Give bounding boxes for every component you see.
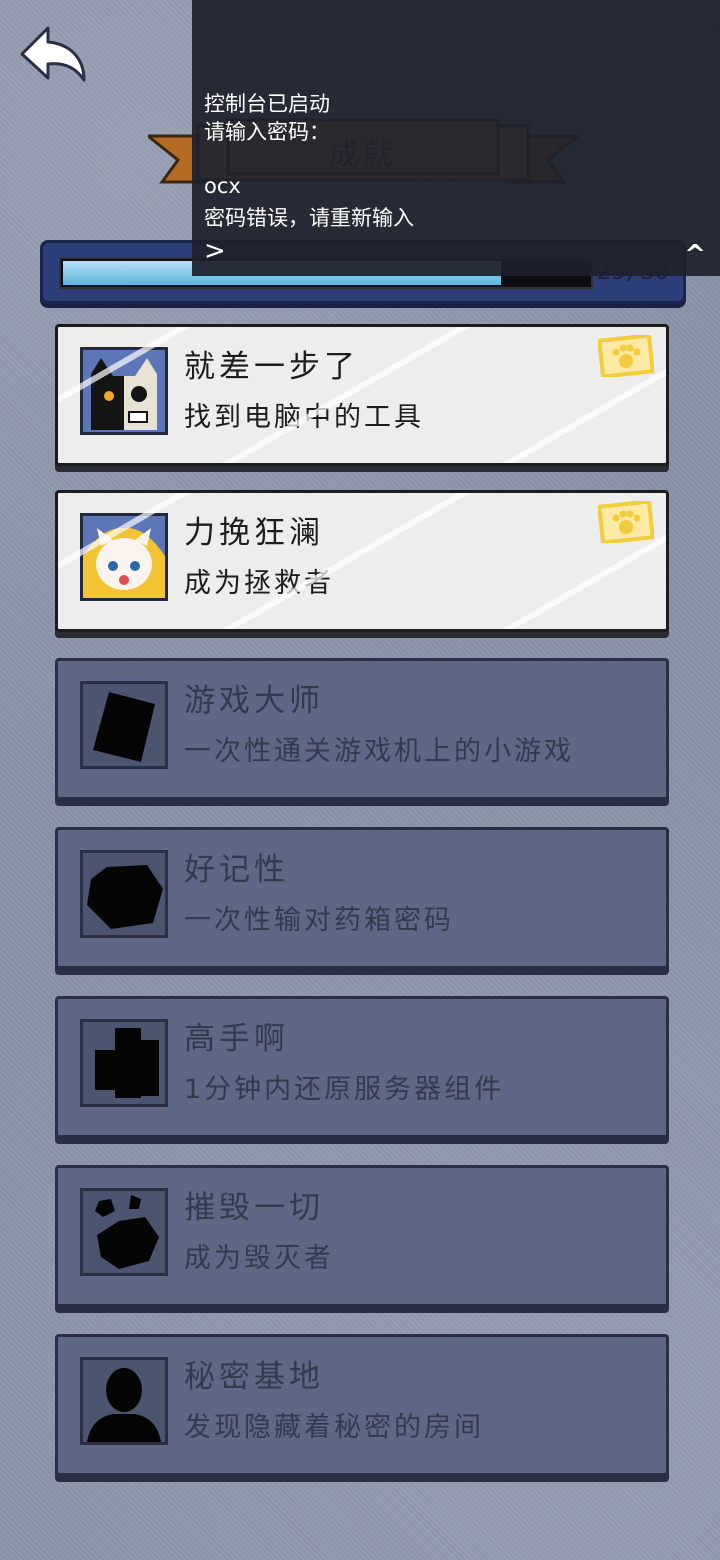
achievement-title: 摧毁一切	[184, 1190, 324, 1226]
achievement-card-locked[interactable]: 高手啊 1分钟内还原服务器组件	[55, 996, 669, 1138]
achievement-desc: 一次性通关游戏机上的小游戏	[184, 736, 574, 767]
achievement-card[interactable]: 就差一步了 找到电脑中的工具	[55, 324, 669, 466]
achievement-desc: 找到电脑中的工具	[184, 402, 424, 433]
white-cat-baby-icon	[80, 513, 168, 601]
paw-stamp-icon	[598, 501, 654, 543]
person-silhouette-icon	[80, 1357, 168, 1445]
achievement-desc: 1分钟内还原服务器组件	[184, 1074, 505, 1105]
achievement-card-locked[interactable]: 秘密基地 发现隐藏着秘密的房间	[55, 1334, 669, 1476]
back-button[interactable]	[18, 22, 90, 90]
server-silhouette-icon	[80, 1019, 168, 1107]
achievement-title: 高手啊	[184, 1021, 289, 1057]
box-silhouette-icon	[80, 850, 168, 938]
achievement-card-locked[interactable]: 摧毁一切 成为毁灭者	[55, 1165, 669, 1307]
achievement-title: 好记性	[184, 852, 289, 888]
achievement-card-locked[interactable]: 好记性 一次性输对药箱密码	[55, 827, 669, 969]
console-panel[interactable]: 控制台已启动 请输入密码： ocx 密码错误，请重新输入 > ^	[192, 0, 720, 276]
achievement-desc: 成为毁灭者	[184, 1243, 334, 1274]
rubble-silhouette-icon	[80, 1188, 168, 1276]
back-arrow-icon	[20, 26, 86, 82]
console-line: ocx	[204, 174, 241, 198]
achievement-desc: 一次性输对药箱密码	[184, 905, 454, 936]
console-line: 控制台已启动	[204, 92, 330, 116]
achievement-title: 秘密基地	[184, 1359, 324, 1395]
console-line: 密码错误，请重新输入	[204, 206, 414, 230]
achievement-title: 游戏大师	[184, 683, 324, 719]
achievement-title: 就差一步了	[184, 349, 359, 385]
achievement-card[interactable]: 力挽狂澜 成为拯救者	[55, 490, 669, 632]
achievement-card-locked[interactable]: 游戏大师 一次性通关游戏机上的小游戏	[55, 658, 669, 800]
card-silhouette-icon	[80, 681, 168, 769]
console-input-prompt[interactable]: >	[204, 236, 226, 266]
console-line: 请输入密码：	[204, 120, 330, 144]
achievement-title: 力挽狂澜	[184, 515, 324, 551]
achievement-desc: 发现隐藏着秘密的房间	[184, 1412, 484, 1443]
achievement-desc: 成为拯救者	[184, 568, 334, 599]
console-collapse-button[interactable]: ^	[684, 240, 706, 270]
paw-stamp-icon	[598, 335, 654, 377]
black-cat-skull-icon	[80, 347, 168, 435]
